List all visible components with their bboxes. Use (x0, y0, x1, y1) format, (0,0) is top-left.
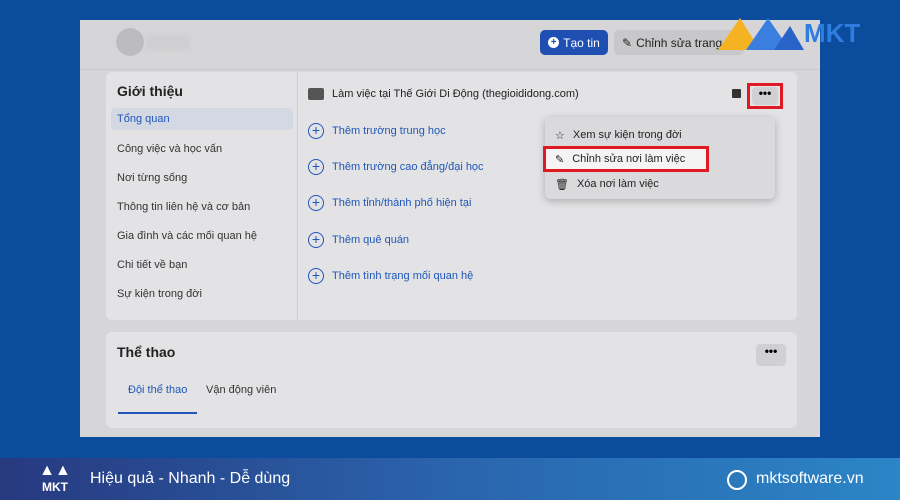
sports-title: Thể thao (117, 344, 176, 360)
work-entry: Làm việc tại Thế Giới Di Động (thegioidi… (308, 88, 579, 100)
globe-icon (727, 470, 747, 490)
add-high-school[interactable]: + Thêm trường trung học (308, 123, 446, 139)
pencil-icon: ✎ (622, 35, 633, 50)
logo-mark-icon: ▲▲ (39, 462, 71, 479)
add-current-city[interactable]: + Thêm tỉnh/thành phố hiện tại (308, 195, 471, 211)
plus-circle-icon: + (308, 268, 324, 284)
menu-item-edit-workplace[interactable]: ✎ Chỉnh sửa nơi làm việc (543, 146, 709, 172)
sidebar-item-family[interactable]: Gia đình và các mối quan hệ (111, 225, 293, 247)
sidebar-item-overview[interactable]: Tổng quan (111, 108, 293, 130)
plus-circle-icon: + (308, 232, 324, 248)
add-relationship[interactable]: + Thêm tình trạng mối quan hệ (308, 268, 473, 284)
pencil-icon: ✎ (555, 153, 565, 166)
create-story-button[interactable]: + Tạo tin (540, 30, 608, 55)
about-sidebar: Giới thiệu Tổng quan Công việc và học vấ… (106, 72, 298, 320)
profile-header: +Tạo tin ✎Chỉnh sửa trang cá nhân (80, 20, 820, 70)
add-hometown[interactable]: + Thêm quê quán (308, 232, 409, 248)
plus-circle-icon: + (308, 123, 324, 139)
footer-logo: ▲▲ MKT (36, 462, 74, 494)
sidebar-item-places[interactable]: Nơi từng sống (111, 167, 293, 189)
plus-circle-icon: + (308, 195, 324, 211)
sidebar-item-life-events[interactable]: Sự kiện trong đời (111, 283, 293, 305)
website-link[interactable]: mktsoftware.vn (756, 470, 864, 488)
sports-more-button[interactable]: ••• (756, 344, 786, 366)
work-more-button[interactable]: ••• (747, 83, 783, 109)
mkt-logo: MKT (718, 18, 860, 50)
tab-athletes[interactable]: Vận động viên (206, 384, 276, 414)
sidebar-item-details[interactable]: Chi tiết về bạn (111, 254, 293, 276)
trash-icon: 🗑 (555, 178, 569, 191)
sidebar-item-contact[interactable]: Thông tin liên hệ và cơ bản (111, 196, 293, 218)
avatar[interactable] (116, 28, 144, 56)
menu-item-view-life-event[interactable]: ☆ Xem sự kiện trong đời (555, 125, 682, 145)
tagline: Hiệu quả - Nhanh - Dễ dùng (90, 470, 291, 487)
sports-card: Thể thao ••• Đội thể thao Vận động viên (106, 332, 797, 428)
plus-icon: + (548, 37, 560, 48)
plus-circle-icon: + (308, 159, 324, 175)
tab-sports-teams[interactable]: Đội thể thao (118, 384, 198, 414)
menu-item-delete-workplace[interactable]: 🗑 Xóa nơi làm việc (555, 174, 659, 194)
blurred-name (146, 34, 190, 50)
about-title: Giới thiệu (117, 83, 183, 99)
facebook-screenshot: +Tạo tin ✎Chỉnh sửa trang cá nhân Giới t… (80, 20, 820, 437)
star-icon: ☆ (555, 129, 565, 142)
brand-footer: ▲▲ MKT Hiệu quả - Nhanh - Dễ dùng mktsoft… (0, 458, 900, 500)
lock-icon[interactable] (732, 89, 741, 98)
sidebar-item-work-education[interactable]: Công việc và học vấn (111, 138, 293, 160)
add-college[interactable]: + Thêm trường cao đẳng/đại học (308, 159, 484, 175)
work-options-menu: ☆ Xem sự kiện trong đời ✎ Chỉnh sửa nơi là… (543, 117, 775, 199)
briefcase-icon (308, 88, 324, 100)
svg-text:MKT: MKT (804, 18, 860, 48)
